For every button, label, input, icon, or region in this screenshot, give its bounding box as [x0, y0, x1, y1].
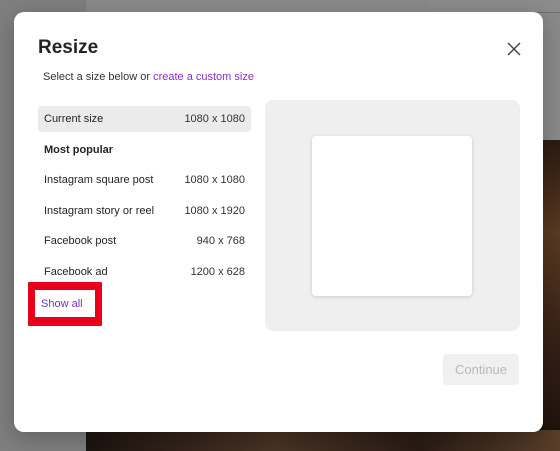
continue-button[interactable]: Continue: [443, 354, 519, 385]
size-label: Facebook ad: [44, 265, 108, 278]
size-group-heading: Most popular: [38, 137, 251, 163]
size-label: Facebook post: [44, 235, 117, 248]
preview-canvas: [312, 136, 472, 296]
size-option-instagram-square[interactable]: Instagram square post 1080 x 1080: [38, 167, 251, 193]
preview-panel: [265, 100, 520, 331]
size-dims: 1080 x 1080: [184, 174, 245, 187]
subtitle-text: Select a size below or: [43, 71, 154, 83]
size-label: Current size: [44, 113, 104, 125]
show-all-link[interactable]: Show all: [35, 290, 95, 317]
size-list: Current size 1080 x 1080 Most popular In…: [38, 106, 251, 290]
close-button[interactable]: [503, 38, 525, 60]
group-label: Most popular: [44, 143, 114, 156]
size-option-facebook-post[interactable]: Facebook post 940 x 768: [38, 228, 251, 254]
size-option-current[interactable]: Current size 1080 x 1080: [38, 106, 251, 132]
size-option-instagram-story[interactable]: Instagram story or reel 1080 x 1920: [38, 198, 251, 224]
size-dims: 1200 x 628: [190, 265, 245, 278]
size-dims: 1080 x 1080: [184, 113, 245, 125]
custom-size-link[interactable]: create a custom size: [153, 71, 254, 83]
show-all-highlight: Show all: [28, 282, 102, 326]
dialog-title: Resize: [38, 37, 99, 58]
background-photo-strip: [86, 430, 560, 451]
close-icon: [507, 42, 521, 56]
size-dims: 1080 x 1920: [184, 204, 245, 217]
size-label: Instagram square post: [44, 174, 154, 187]
size-dims: 940 x 768: [196, 235, 245, 248]
resize-dialog: Resize Select a size below or create a c…: [14, 12, 543, 432]
size-label: Instagram story or reel: [44, 204, 155, 217]
dialog-subtitle: Select a size below or create a custom s…: [43, 71, 254, 83]
